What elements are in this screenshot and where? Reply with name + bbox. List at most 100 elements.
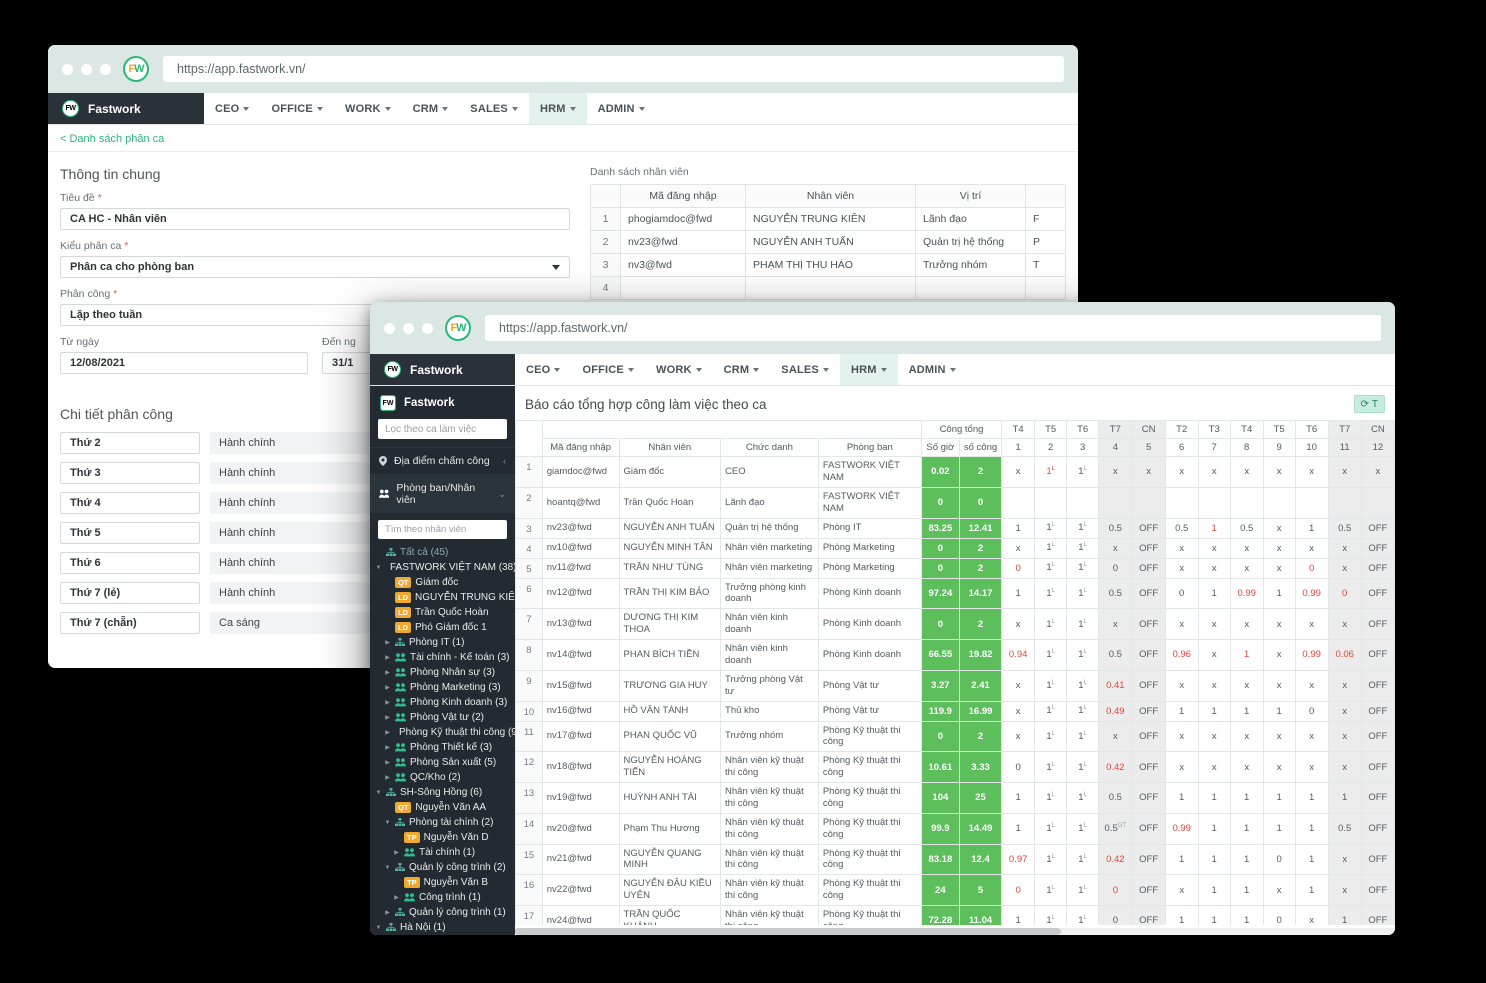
day-cell[interactable]: 1L — [1066, 905, 1100, 925]
day-cell[interactable]: 1L — [1034, 456, 1068, 488]
day-cell[interactable]: x — [1098, 537, 1133, 559]
tree-node[interactable]: ▼ Quản lý công trình (2) — [370, 860, 515, 875]
table-row[interactable]: 1 giamdoc@fwd Giám đốc CEO FASTWORK VIỆT NAM… — [515, 456, 1395, 488]
day-cell[interactable]: x — [1262, 874, 1296, 906]
day-cell[interactable]: 1 — [1229, 843, 1264, 876]
day-cell[interactable]: x — [1327, 751, 1362, 783]
day-cell[interactable]: OFF — [1131, 700, 1166, 722]
day-cell[interactable]: 1 — [1262, 812, 1296, 845]
day-cell[interactable]: x — [1262, 517, 1296, 539]
day-cell[interactable]: 0.99 — [1294, 577, 1329, 610]
day-cell[interactable]: 1 — [1001, 782, 1036, 814]
table-row[interactable]: 13 nv19@fwd HUỲNH ANH TÀI Nhân viên kỹ thuậ… — [515, 782, 1395, 814]
day-field[interactable]: Thứ 4 — [60, 492, 200, 514]
day-cell[interactable]: OFF — [1360, 843, 1395, 876]
tree-toggle-icon[interactable]: ▼ — [375, 790, 382, 796]
day-cell[interactable] — [1294, 486, 1329, 519]
day-cell[interactable]: 1 — [1197, 517, 1231, 539]
day-cell[interactable]: x — [1262, 537, 1296, 559]
table-row[interactable]: 1 phogiamdoc@fwd NGUYỄN TRUNG KIÊN Lãnh … — [590, 207, 1066, 231]
tree-node[interactable]: ▶ Phòng IT (1) — [370, 635, 515, 650]
day-cell[interactable]: OFF — [1131, 905, 1166, 925]
day-cell[interactable]: 1L — [1066, 751, 1100, 783]
tree-toggle-icon[interactable]: ▼ — [375, 925, 382, 931]
day-cell[interactable]: 1L — [1066, 720, 1100, 753]
day-cell[interactable]: 1 — [1164, 782, 1199, 814]
day-cell[interactable]: OFF — [1131, 669, 1166, 702]
day-cell[interactable] — [1098, 486, 1133, 519]
day-cell[interactable]: 1L — [1034, 812, 1068, 845]
day-cell[interactable]: 1 — [1197, 905, 1231, 925]
day-cell[interactable]: 1 — [1001, 577, 1036, 610]
close-dot-icon[interactable] — [384, 322, 395, 334]
day-cell[interactable] — [1131, 486, 1166, 519]
day-cell[interactable]: 1L — [1066, 456, 1100, 488]
day-cell[interactable]: OFF — [1131, 577, 1166, 610]
day-cell[interactable]: x — [1229, 720, 1264, 753]
breadcrumb[interactable]: < Danh sách phân ca — [48, 125, 1078, 152]
day-cell[interactable]: x — [1164, 608, 1199, 640]
day-cell[interactable]: x — [1229, 456, 1264, 488]
day-cell[interactable]: x — [1229, 751, 1264, 783]
day-cell[interactable]: 0 — [1164, 577, 1199, 610]
tree-toggle-icon[interactable]: ▶ — [393, 894, 400, 901]
tree-toggle-icon[interactable]: ▶ — [384, 684, 391, 691]
day-cell[interactable]: x — [1262, 608, 1296, 640]
table-row[interactable]: 16 nv22@fwd NGUYỄN ĐẬU KIỀU UYÊN Nhân viên … — [515, 874, 1395, 906]
day-cell[interactable]: 1L — [1034, 782, 1068, 814]
day-cell[interactable]: OFF — [1131, 557, 1166, 579]
tree-node[interactable]: ▶ QC/Kho (2) — [370, 770, 515, 785]
day-cell[interactable]: x — [1197, 608, 1231, 640]
day-cell[interactable]: 1 — [1294, 782, 1329, 814]
day-cell[interactable]: 1 — [1197, 577, 1231, 610]
day-cell[interactable]: OFF — [1360, 669, 1395, 702]
day-cell[interactable]: x — [1229, 537, 1264, 559]
day-cell[interactable]: OFF — [1131, 517, 1166, 539]
day-cell[interactable]: 0.06 — [1327, 639, 1362, 671]
day-cell[interactable]: OFF — [1131, 812, 1166, 845]
table-row[interactable]: 6 nv12@fwd TRẦN THỊ KIM BẢO Trưởng phòng ki… — [515, 577, 1395, 610]
employee-search-input[interactable]: Tìm theo nhân viên — [378, 520, 507, 539]
menu-item-sales[interactable]: SALES — [459, 93, 529, 124]
tree-node[interactable]: ▶ Tài chính - Kế toán (3) — [370, 650, 515, 665]
day-cell[interactable]: 1 — [1001, 905, 1036, 925]
day-cell[interactable] — [1360, 486, 1395, 519]
day-cell[interactable]: x — [1197, 751, 1231, 783]
day-field[interactable]: Thứ 6 — [60, 552, 200, 574]
day-field[interactable]: Thứ 2 — [60, 432, 200, 454]
day-cell[interactable]: 0.5 — [1164, 517, 1199, 539]
maximize-dot-icon[interactable] — [100, 63, 111, 75]
tree-toggle-icon[interactable]: ▶ — [384, 654, 391, 661]
day-cell[interactable]: 0 — [1262, 905, 1296, 925]
day-cell[interactable]: 0.96 — [1164, 639, 1199, 671]
day-cell[interactable]: 1 — [1229, 639, 1264, 671]
day-cell[interactable]: x — [1294, 456, 1329, 488]
day-cell[interactable]: 1 — [1164, 905, 1199, 925]
tree-toggle-icon[interactable]: ▶ — [384, 759, 391, 766]
day-cell[interactable]: 1L — [1066, 843, 1100, 876]
tree-node[interactable]: TP Nguyễn Văn D — [370, 830, 515, 845]
day-cell[interactable]: x — [1294, 720, 1329, 753]
shift-type-select[interactable]: Phân ca cho phòng ban — [60, 256, 570, 278]
day-cell[interactable]: 1L — [1034, 843, 1068, 876]
day-cell[interactable]: 1 — [1294, 843, 1329, 876]
day-cell[interactable]: 0 — [1001, 557, 1036, 579]
day-cell[interactable]: 1 — [1294, 517, 1329, 539]
day-cell[interactable]: 0 — [1098, 905, 1133, 925]
table-row[interactable]: 17nv24@fwdTRẦN QUỐC KHÁNHNhân viên kỹ th… — [515, 905, 1395, 925]
day-cell[interactable]: x — [1327, 557, 1362, 579]
day-cell[interactable]: x — [1327, 608, 1362, 640]
day-cell[interactable]: 0 — [1001, 874, 1036, 906]
day-cell[interactable]: x — [1197, 669, 1231, 702]
day-cell[interactable]: 1 — [1262, 782, 1296, 814]
day-cell[interactable]: 1 — [1197, 700, 1231, 722]
tree-node[interactable]: ▶ Phòng Marketing (3) — [370, 680, 515, 695]
day-cell[interactable]: x — [1327, 700, 1362, 722]
day-cell[interactable]: OFF — [1360, 720, 1395, 753]
day-cell[interactable]: 1 — [1197, 843, 1231, 876]
day-cell[interactable]: x — [1001, 720, 1036, 753]
day-cell[interactable]: x — [1327, 669, 1362, 702]
back-window-controls[interactable] — [62, 63, 111, 75]
tree-toggle-icon[interactable]: ▶ — [384, 699, 391, 706]
day-cell[interactable]: OFF — [1131, 537, 1166, 559]
